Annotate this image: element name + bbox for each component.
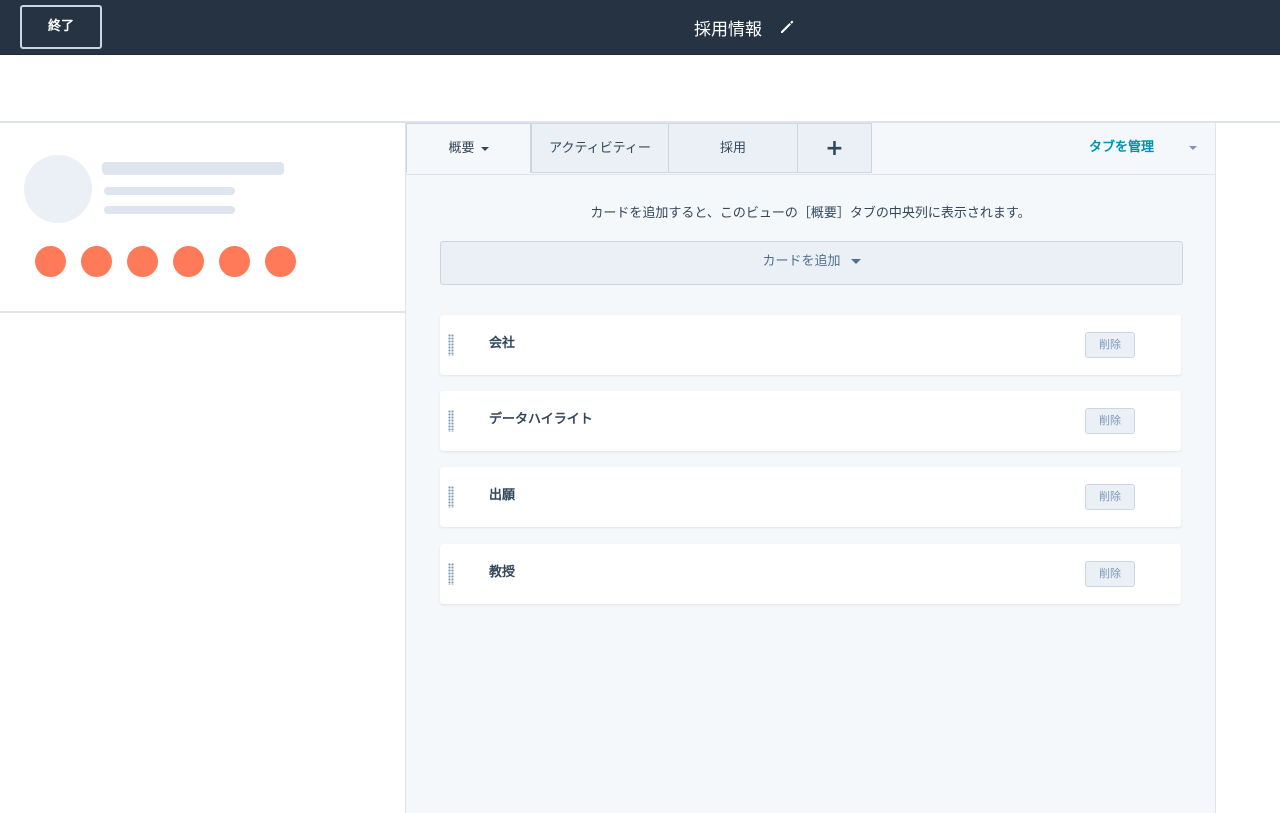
delete-button[interactable]: 削除 (1085, 408, 1135, 434)
card-company[interactable]: 会社 削除 (440, 315, 1181, 375)
plus-icon: + (825, 136, 844, 161)
card-label: データハイライト (489, 412, 593, 427)
action-dot (265, 246, 296, 277)
record-sidebar-preview (0, 123, 405, 813)
title-area: 採用情報 (0, 0, 1280, 54)
pencil-icon[interactable] (778, 18, 796, 36)
card-applications[interactable]: 出願 削除 (440, 467, 1181, 527)
add-card-label: カードを追加 (762, 254, 841, 269)
page-title: 採用情報 (694, 19, 762, 40)
top-bar: 終了 採用情報 (0, 0, 1280, 55)
delete-button[interactable]: 削除 (1085, 332, 1135, 358)
action-dot (35, 246, 66, 277)
subtitle-placeholder (104, 187, 235, 195)
tab-overview[interactable]: 概要 (406, 123, 531, 173)
tab-recruiting-label: 採用 (719, 141, 746, 156)
delete-button[interactable]: 削除 (1085, 484, 1135, 510)
tab-recruiting[interactable]: 採用 (668, 123, 798, 173)
drag-handle-icon[interactable] (448, 410, 454, 432)
profile-card-placeholder (0, 123, 405, 313)
drag-handle-icon[interactable] (448, 334, 454, 356)
tab-bar: 概要 アクティビティー 採用 + タブを管理 (406, 123, 1215, 175)
sub-header (0, 55, 1280, 123)
action-dot (81, 246, 112, 277)
card-data-highlights[interactable]: データハイライト 削除 (440, 391, 1181, 451)
chevron-down-icon[interactable] (1189, 146, 1197, 150)
action-dot (219, 246, 250, 277)
name-placeholder (102, 162, 284, 175)
drag-handle-icon[interactable] (448, 486, 454, 508)
tab-activity[interactable]: アクティビティー (531, 123, 669, 173)
action-dot (173, 246, 204, 277)
add-card-button[interactable]: カードを追加 (440, 241, 1183, 285)
delete-button[interactable]: 削除 (1085, 561, 1135, 587)
card-label: 教授 (489, 565, 516, 580)
card-professors[interactable]: 教授 削除 (440, 544, 1181, 604)
action-buttons-placeholder (35, 246, 296, 277)
hint-text: カードを追加すると、このビューの［概要］タブの中央列に表示されます。 (590, 206, 1031, 221)
add-tab-button[interactable]: + (797, 123, 872, 173)
chevron-down-icon (480, 146, 489, 151)
manage-tabs-link[interactable]: タブを管理 (1089, 123, 1154, 173)
card-label: 会社 (489, 336, 516, 351)
middle-column-editor: 概要 アクティビティー 採用 + タブを管理 カードを追加すると、このビューの［… (405, 123, 1216, 813)
caret-down-icon (850, 259, 861, 264)
tab-activity-label: アクティビティー (549, 141, 651, 156)
subtitle-placeholder (104, 206, 235, 214)
tab-overview-label: 概要 (448, 141, 475, 156)
card-label: 出願 (489, 488, 516, 503)
drag-handle-icon[interactable] (448, 563, 454, 585)
avatar-placeholder (24, 155, 92, 223)
action-dot (127, 246, 158, 277)
